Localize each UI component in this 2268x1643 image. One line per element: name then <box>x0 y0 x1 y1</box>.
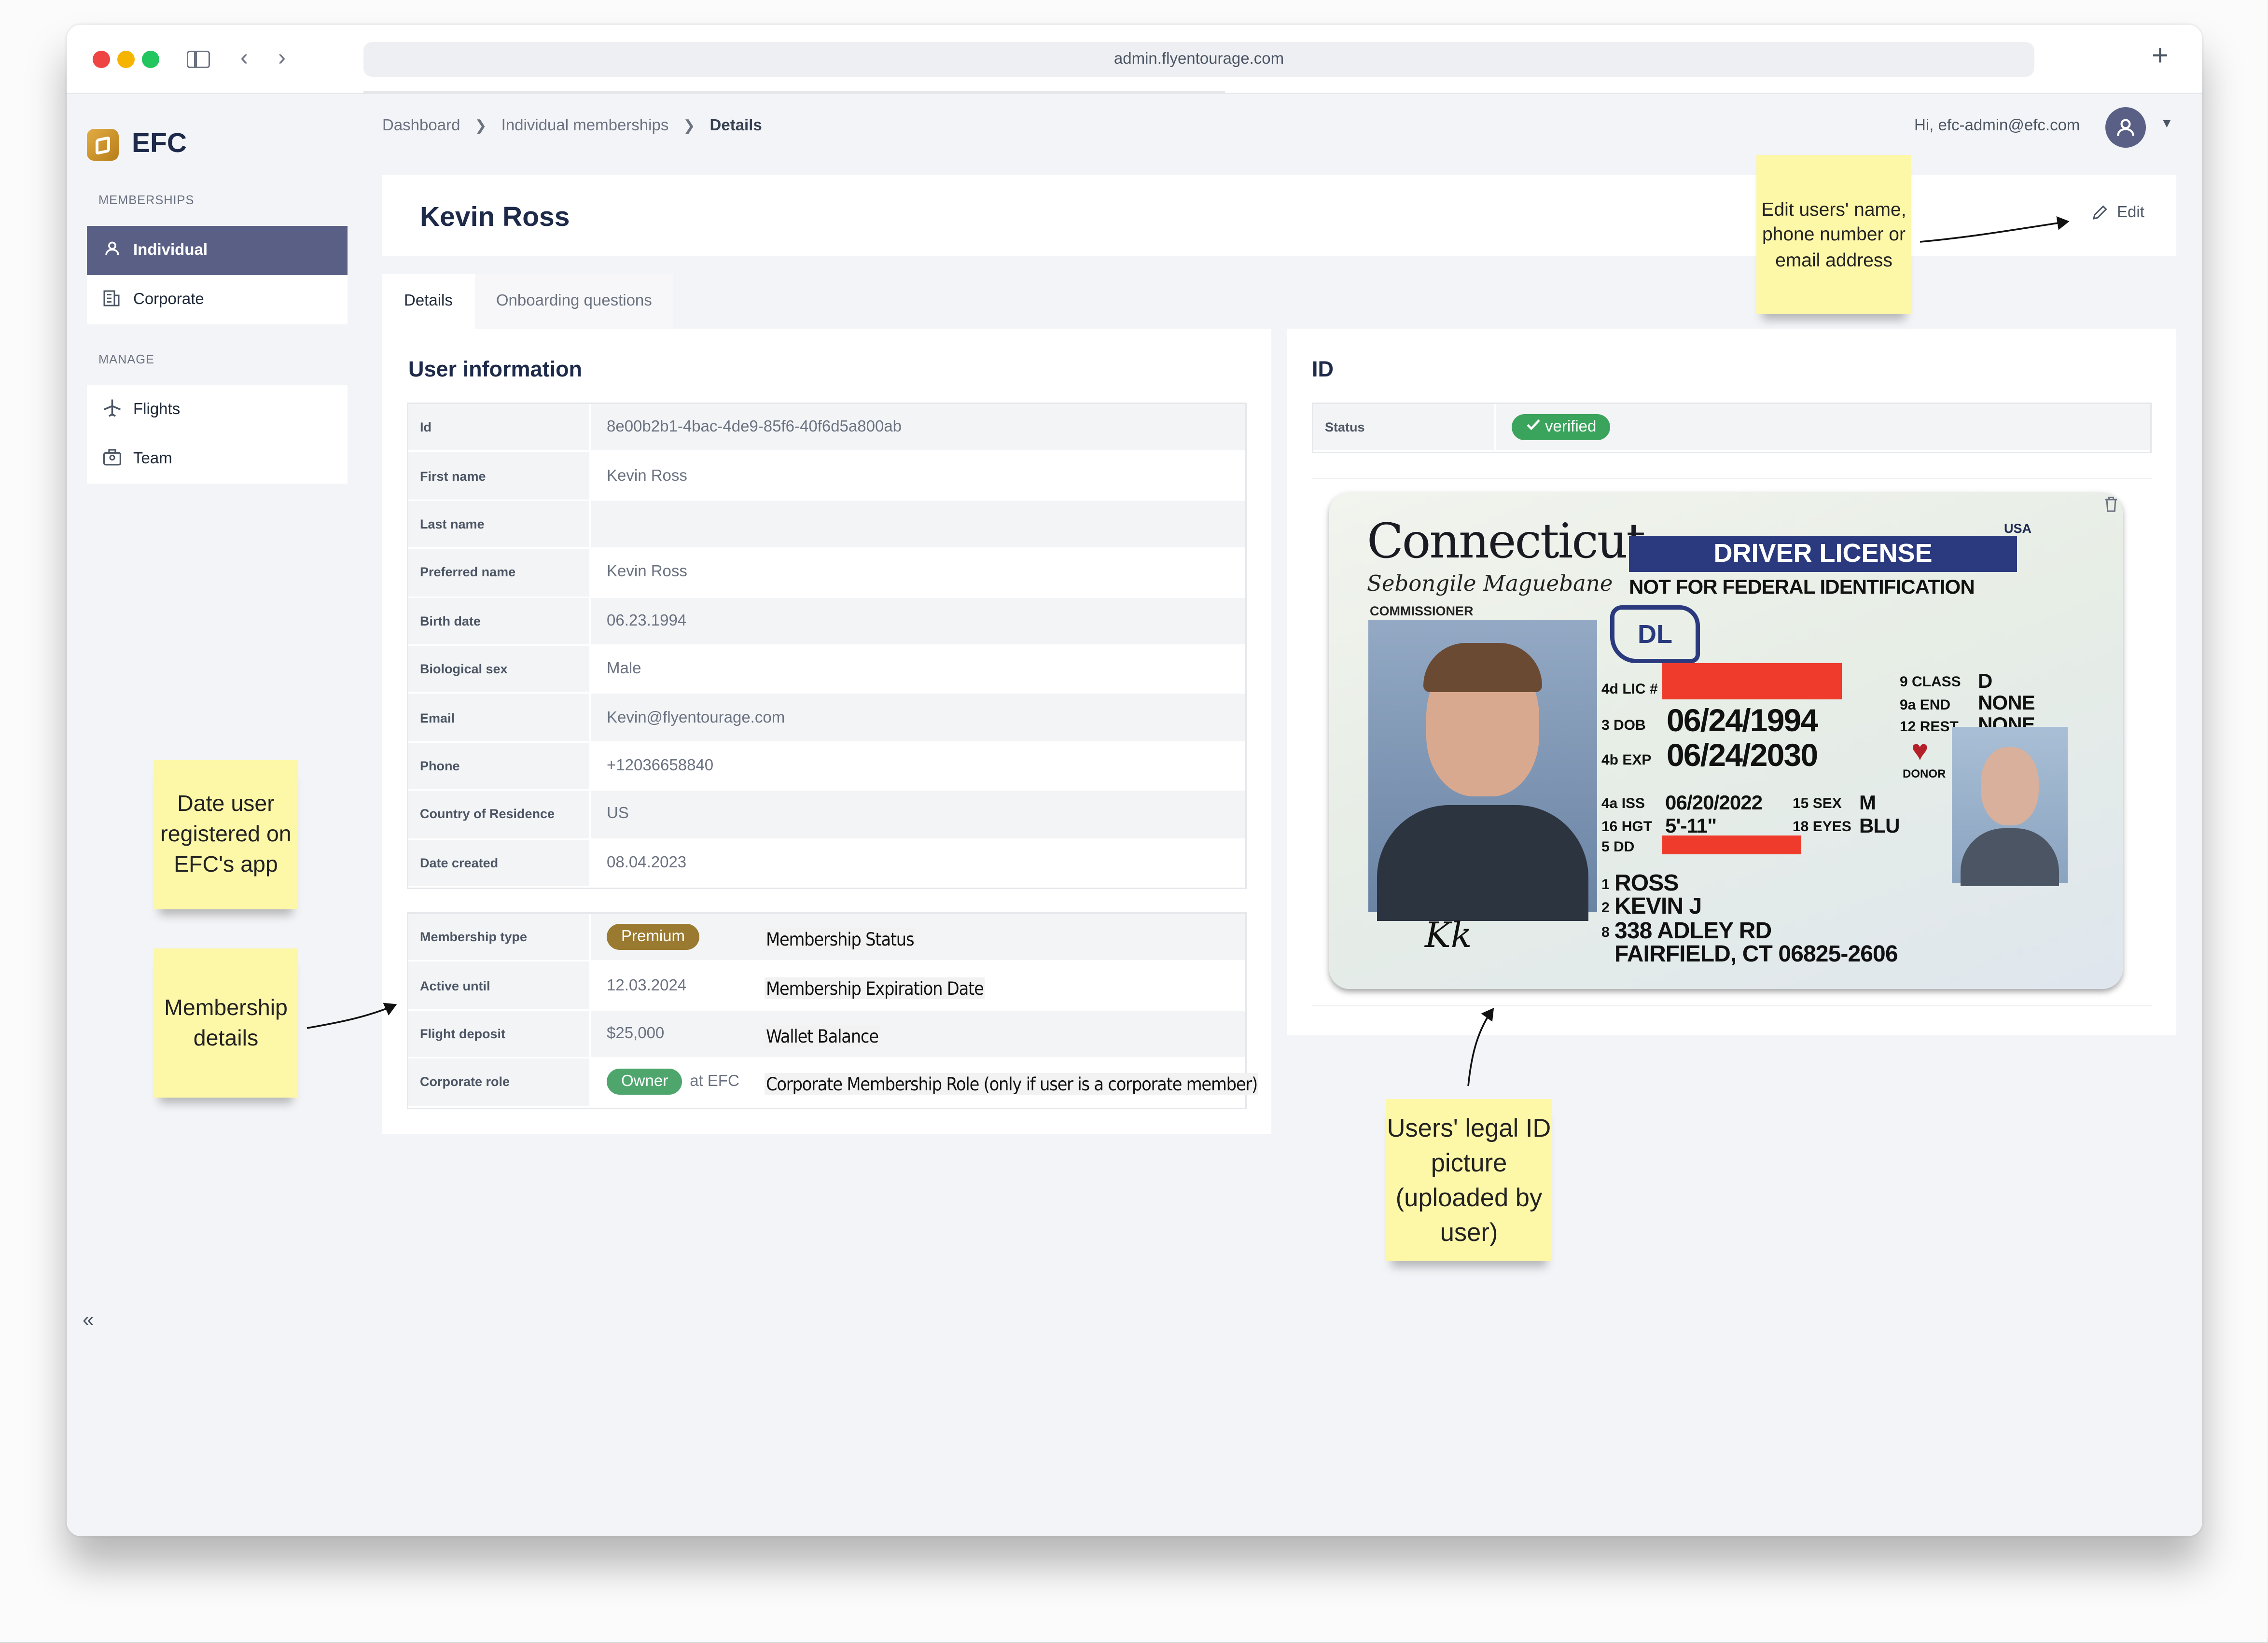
annotation-arrows <box>306 216 2070 1086</box>
stage: ‹ › admin.flyentourage.com + EFC MEMBERS… <box>0 0 2268 1642</box>
